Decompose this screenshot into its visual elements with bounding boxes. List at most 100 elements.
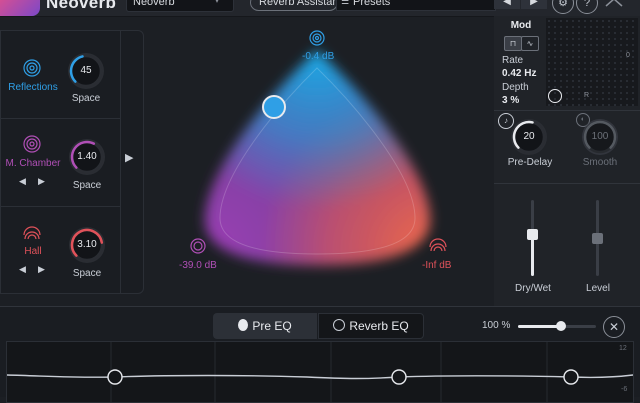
hall-icon: [23, 226, 41, 240]
scale-top-label: 12: [619, 345, 627, 352]
left-db-label: -39.0 dB: [179, 260, 217, 271]
depth-label: Depth: [502, 82, 529, 93]
gear-icon: ⚙: [558, 0, 568, 9]
reverb-assistant-button[interactable]: Reverb Assistant: [250, 0, 342, 11]
sine-wave-button[interactable]: ∿: [521, 36, 539, 51]
eq-node[interactable]: [107, 369, 123, 385]
previous-type-button[interactable]: ◀: [19, 176, 26, 187]
module-name: M. Chamber: [5, 158, 61, 169]
chevron-right-icon: ▶: [530, 0, 538, 7]
eq-node[interactable]: [563, 369, 579, 385]
help-button[interactable]: ?: [576, 0, 598, 14]
smooth-knob[interactable]: 100: [583, 120, 617, 154]
scale-bottom-label: -6: [621, 386, 628, 393]
reflections-target-icon: [309, 30, 325, 46]
top-db-label: -0.4 dB: [302, 51, 335, 62]
knob-value: 100: [591, 131, 609, 142]
knob-label: Space: [71, 93, 101, 104]
dry-wet-thumb[interactable]: [527, 229, 538, 241]
dry-wet-fader[interactable]: [527, 200, 538, 276]
tab-label: Reverb EQ: [349, 319, 409, 333]
mod-xy-handle[interactable]: [548, 89, 562, 103]
grid-value-label: 0: [626, 52, 630, 59]
close-icon: ✕: [608, 320, 620, 334]
expand-panel-icon[interactable]: ▶: [125, 151, 133, 164]
chevron-down-icon: ▾: [215, 0, 220, 5]
app-title: Neoverb: [46, 0, 117, 12]
pre-delay-label: Pre-Delay: [507, 157, 553, 168]
rate-value[interactable]: 0.42 Hz: [502, 68, 536, 79]
space-knob[interactable]: 3.10: [70, 228, 104, 262]
space-knob[interactable]: 1.40: [70, 140, 104, 174]
square-wave-button[interactable]: ⊓: [504, 36, 522, 51]
knob-label: Space: [72, 180, 102, 191]
eq-graph[interactable]: 12 -6: [6, 341, 634, 403]
tab-pre-eq[interactable]: Pre EQ: [213, 313, 317, 339]
zoom-fill: [518, 325, 561, 328]
space-knob[interactable]: 45: [69, 54, 103, 88]
next-type-button[interactable]: ▶: [38, 264, 45, 275]
preset-name-field[interactable]: Neoverb ▾: [126, 0, 234, 12]
next-preset-button[interactable]: ▶: [521, 0, 547, 9]
chamber-icon: [23, 135, 41, 153]
presets-label: Presets: [353, 0, 391, 8]
blend-gradient: [205, 50, 430, 265]
tab-reverb-eq[interactable]: Reverb EQ: [318, 313, 424, 339]
zoom-slider[interactable]: [518, 321, 596, 331]
next-type-button[interactable]: ▶: [38, 176, 45, 187]
eq-curve: [7, 374, 633, 380]
panel-divider: [120, 31, 121, 293]
pre-delay-knob[interactable]: 20: [512, 120, 546, 154]
neoverb-logo: [0, 0, 40, 16]
square-wave-icon: ⊓: [509, 39, 517, 48]
level-fader[interactable]: [592, 200, 603, 276]
close-eq-button[interactable]: ✕: [603, 316, 625, 338]
knob-value: 45: [80, 65, 92, 76]
chevron-left-icon: ◀: [503, 0, 511, 7]
depth-value[interactable]: 3 %: [502, 95, 519, 106]
tab-label: Pre EQ: [252, 319, 292, 333]
presets-browser[interactable]: ☰ Presets: [336, 0, 496, 11]
module-m-chamber: M. Chamber ◀ ▶ 1.40 Space: [1, 119, 120, 206]
music-note-icon: ♪: [504, 116, 508, 125]
eq-curve-plot: [7, 342, 633, 402]
knob-value: 3.10: [77, 239, 97, 250]
help-icon: ?: [583, 0, 591, 9]
undo-icon[interactable]: [602, 0, 628, 14]
blend-handle[interactable]: [262, 95, 286, 119]
settings-button[interactable]: ⚙: [552, 0, 574, 14]
zoom-label: 100 %: [482, 320, 511, 331]
module-name: Hall: [24, 246, 42, 257]
divider: [494, 110, 640, 111]
previous-preset-button[interactable]: ◀: [494, 0, 520, 9]
preset-name-text: Neoverb: [133, 0, 175, 8]
power-icon: [238, 319, 249, 331]
power-icon: [333, 319, 346, 331]
list-icon: ☰: [341, 0, 350, 6]
eq-node[interactable]: [391, 369, 407, 385]
sine-wave-icon: ∿: [526, 39, 534, 48]
dry-wet-label: Dry/Wet: [515, 283, 551, 294]
grid-r-label: R: [584, 92, 590, 99]
divider: [494, 183, 640, 184]
top-bar: Neoverb Neoverb ▾ Reverb Assistant ☰ Pre…: [0, 0, 640, 17]
previous-type-button[interactable]: ◀: [19, 264, 26, 275]
hall-target-icon: [429, 238, 447, 252]
smooth-label: Smooth: [582, 157, 618, 168]
zoom-thumb[interactable]: [555, 321, 566, 331]
reverb-assistant-label: Reverb Assistant: [259, 0, 342, 8]
dry-wet-fill: [531, 234, 534, 276]
chamber-target-icon: [190, 238, 206, 254]
level-label: Level: [586, 283, 610, 294]
mod-section: Mod ⊓ ∿ Rate 0.42 Hz Depth 3 %: [498, 18, 544, 106]
rate-label: Rate: [502, 55, 524, 66]
reflections-icon: [23, 59, 41, 77]
level-thumb[interactable]: [592, 232, 603, 244]
mod-xy-grid[interactable]: R 0: [546, 18, 638, 106]
eq-section: Pre EQ Reverb EQ 100 % ✕ 12 -6: [0, 306, 640, 403]
module-hall: Hall ◀ ▶ 3.10 Space: [1, 207, 120, 293]
module-name: Reflections: [8, 82, 58, 93]
blend-pad[interactable]: [150, 20, 490, 300]
eq-grid: [110, 342, 548, 402]
mod-title: Mod: [510, 20, 532, 31]
